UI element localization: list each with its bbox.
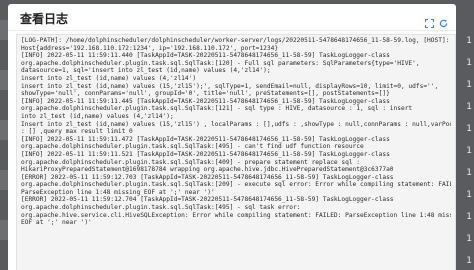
view-log-dialog: 查看日志 [LOG-PATH]: /home/dolphinscheduler/… — [8, 4, 456, 270]
log-line: Host{address='192.168.110.172:1234', ip=… — [21, 44, 279, 52]
log-line: ParseException line 1:48 missing EOF at … — [21, 188, 215, 196]
log-line: [LOG-PATH]: /home/dolphinscheduler/dolph… — [21, 37, 450, 44]
background-number: 1 — [466, 102, 472, 112]
background-number: 1 — [466, 146, 472, 156]
log-line: insert into zl_test (id,name) values (4,… — [21, 74, 197, 82]
log-line: org.apache.dolphinscheduler.plugin.task.… — [21, 158, 360, 166]
background-number: 1 — [466, 168, 472, 178]
log-line: [INFO] 2022-05-11 11:59:11.521 [TaskAppI… — [21, 150, 390, 158]
log-line: datasource=1, sql='insert into zl_test (… — [21, 67, 271, 75]
fullscreen-icon[interactable] — [424, 13, 435, 29]
log-line: [INFO] 2022-05-11 11:59:11.445 [TaskAppI… — [21, 97, 390, 105]
log-line: HikariProxyPreparedStatement@1698178784 … — [21, 166, 394, 174]
dialog-header: 查看日志 — [8, 4, 456, 31]
background-number: 1 — [466, 124, 472, 134]
log-line: org.apache.hive.service.cli.HiveSQLExcep… — [21, 211, 451, 219]
dialog-title: 查看日志 — [20, 12, 69, 26]
log-line: [ERROR] 2022-05-11 11:59:12.704 [TaskApp… — [21, 196, 394, 204]
log-line: EOF at ';' near ')' — [21, 219, 92, 227]
log-line: [INFO] 2022-05-11 11:59:11.472 [TaskAppI… — [21, 135, 390, 143]
log-line: org.apache.dolphinscheduler.plugin.task.… — [21, 181, 451, 189]
log-line: org.apache.dolphinscheduler.plugin.task.… — [21, 143, 364, 151]
log-line: Insert into zl_test (id,name) values (15… — [21, 120, 451, 128]
log-line: showType='null', connParams='null', grou… — [21, 90, 390, 98]
background-number: 1 — [466, 234, 472, 244]
background-number: 1 — [466, 190, 472, 200]
background-number: 1 — [466, 80, 472, 90]
log-line: into zl_test (id,name) values (4,'zl14')… — [21, 112, 174, 120]
background-number: 1 — [466, 58, 472, 68]
background-number: 1 — [466, 36, 472, 46]
log-line: : [] ,query max result limit 0 — [21, 128, 133, 136]
log-line: org.apache.dolphinscheduler.plugin.task.… — [21, 105, 413, 113]
log-line: [INFO] 2022-05-11 11:59:11.440 [TaskAppI… — [21, 52, 390, 60]
log-line: [ERROR] 2022-05-11 11:59:12.703 [TaskApp… — [21, 173, 394, 181]
log-line: org.apache.dolphinscheduler.plugin.task.… — [21, 204, 301, 212]
background-number: 1 — [466, 256, 472, 266]
log-content[interactable]: [LOG-PATH]: /home/dolphinscheduler/dolph… — [16, 34, 456, 270]
background-right-column: 1 1 1 1 1 1 1 1 1 1 1 — [456, 0, 474, 270]
log-line: org.apache.dolphinscheduler.plugin.task.… — [21, 59, 420, 67]
log-line: insert into zl_test (id,name) values (15… — [21, 82, 439, 90]
background-number: 1 — [466, 212, 472, 222]
refresh-icon[interactable] — [439, 13, 448, 28]
